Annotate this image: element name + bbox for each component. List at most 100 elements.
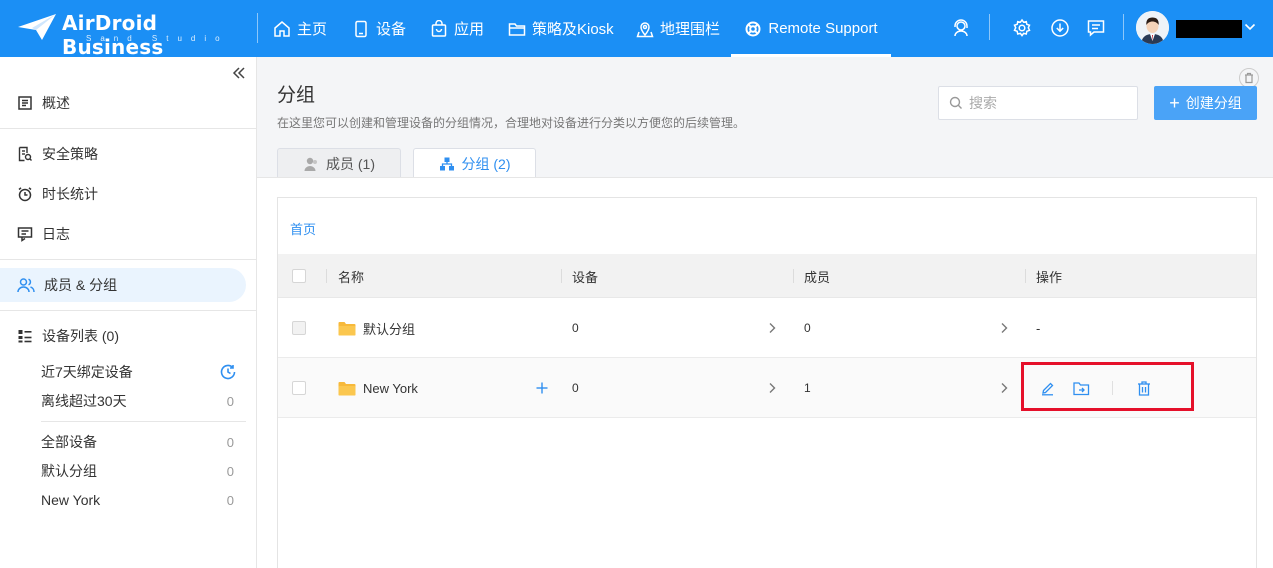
sidebar-item-device-list[interactable]: 设备列表 (0) [0,319,246,353]
nav-home[interactable]: 主页 [273,0,327,57]
row-checkbox [292,321,306,335]
home-icon [274,20,290,37]
toolbar-divider [989,14,990,40]
nav-divider [257,13,258,43]
paper-plane-logo-icon [18,14,56,40]
alarm-clock-icon [18,187,32,202]
gear-icon [1013,18,1031,37]
tab-members[interactable]: 成员 (1) [277,148,401,178]
history-clock-icon[interactable] [219,363,237,381]
search-input[interactable]: 搜索 [938,86,1138,120]
select-all-checkbox[interactable] [292,269,306,283]
nav-remote-support-label: Remote Support [768,20,878,37]
recycle-bin-button[interactable] [1239,68,1259,88]
brand-logo[interactable]: AirDroid Business Sand Studio [16,10,238,59]
column-header-name: 名称 [338,269,365,285]
support-agent-icon [954,19,968,37]
user-divider [1123,14,1124,40]
nav-geofence[interactable]: 地理围栏 [636,0,720,57]
device-count: 0 [572,381,579,395]
sidebar-item-duration-stats[interactable]: 时长统计 [0,177,246,211]
table-row: 默认分组 0 0 - [278,298,1256,358]
nav-devices[interactable]: 设备 [352,0,406,57]
top-bar: AirDroid Business Sand Studio 主页 设备 应用 策… [0,0,1273,59]
group-name-cell[interactable]: 默认分组 [338,298,415,358]
download-button[interactable] [1049,17,1071,39]
filter-label: 离线超过30天 [41,393,127,409]
settings-button[interactable] [1011,17,1033,39]
username-redacted[interactable] [1176,20,1242,38]
column-divider [1025,269,1026,283]
nav-geofence-label: 地理围栏 [660,21,721,38]
sidebar-item-label: 成员 & 分组 [44,277,118,293]
nav-remote-support[interactable]: Remote Support [731,0,891,57]
sidebar-item-overview[interactable]: 概述 [0,86,246,120]
message-icon [1087,20,1105,37]
chevron-right-icon[interactable] [998,381,1010,395]
chevron-right-icon[interactable] [766,321,778,335]
chevron-down-icon[interactable] [1243,20,1257,34]
app-bag-icon [431,19,447,37]
group-label: 默认分组 [41,463,97,479]
avatar[interactable] [1136,11,1169,44]
policy-icon [18,146,32,162]
page-description: 在这里您可以创建和管理设备的分组情况，合理地对设备进行分类以方便您的后续管理。 [277,116,746,130]
filter-recent-bound[interactable]: 近7天绑定设备 [41,360,237,384]
support-agent-button[interactable] [950,17,972,39]
folder-icon [338,321,356,335]
filter-label: 近7天绑定设备 [41,364,133,380]
nav-apps-label: 应用 [454,21,485,38]
nav-home-label: 主页 [297,21,328,38]
column-divider [561,269,562,283]
row-checkbox[interactable] [292,381,306,395]
log-icon [17,227,33,242]
group-label: 全部设备 [41,434,97,450]
brand-subtitle: Sand Studio [86,34,229,43]
sidebar: 概述 安全策略 时长统计 日志 成员 & 分组 设备列表 (0) 近7天绑定设备… [0,57,257,568]
chevron-right-icon[interactable] [766,381,778,395]
sidebar-item-label: 概述 [42,95,70,111]
group-count: 0 [226,434,234,450]
group-count: 0 [226,492,234,508]
lifebuoy-icon [745,21,761,36]
create-group-label: 创建分组 [1185,95,1242,111]
sidebar-item-security-policy[interactable]: 安全策略 [0,137,246,171]
group-new-york[interactable]: New York 0 [41,488,237,512]
nav-apps[interactable]: 应用 [430,0,484,57]
group-default[interactable]: 默认分组 0 [41,459,237,483]
sidebar-item-label: 日志 [42,226,70,242]
create-group-button[interactable]: + 创建分组 [1154,86,1257,120]
breadcrumb[interactable]: 首页 [290,219,316,238]
folder-icon [338,381,356,395]
sidebar-divider [0,259,256,260]
sidebar-item-label: 设备列表 (0) [42,328,119,344]
column-divider [326,269,327,283]
sidebar-sub-divider [41,421,246,422]
users-icon [17,278,35,293]
messages-button[interactable] [1085,17,1107,39]
group-name: New York [363,380,418,396]
group-all-devices[interactable]: 全部设备 0 [41,430,237,454]
user-avatar-icon [1136,11,1169,44]
sidebar-item-members-groups[interactable]: 成员 & 分组 [0,268,246,302]
member-count: 0 [804,321,811,335]
column-divider [793,269,794,283]
collapse-sidebar-icon[interactable] [230,65,248,83]
group-name-cell[interactable]: New York [338,358,418,418]
filter-offline-30-days[interactable]: 离线超过30天 0 [41,389,237,413]
filter-count: 0 [226,393,234,409]
sidebar-item-label: 时长统计 [42,186,98,202]
sidebar-divider [0,310,256,311]
group-name: 默认分组 [363,321,416,337]
tab-groups[interactable]: 分组 (2) [413,148,536,179]
plus-icon: + [1169,93,1180,113]
sidebar-divider [0,128,256,129]
page-title: 分组 [277,85,316,106]
chevron-right-icon[interactable] [998,321,1010,335]
sidebar-item-logs[interactable]: 日志 [0,217,246,251]
add-subgroup-plus-icon[interactable] [535,381,549,395]
column-header-members: 成员 [804,269,831,285]
nav-devices-label: 设备 [376,21,407,38]
highlight-box [1021,362,1194,411]
nav-policy-kiosk[interactable]: 策略及Kiosk [508,0,614,57]
